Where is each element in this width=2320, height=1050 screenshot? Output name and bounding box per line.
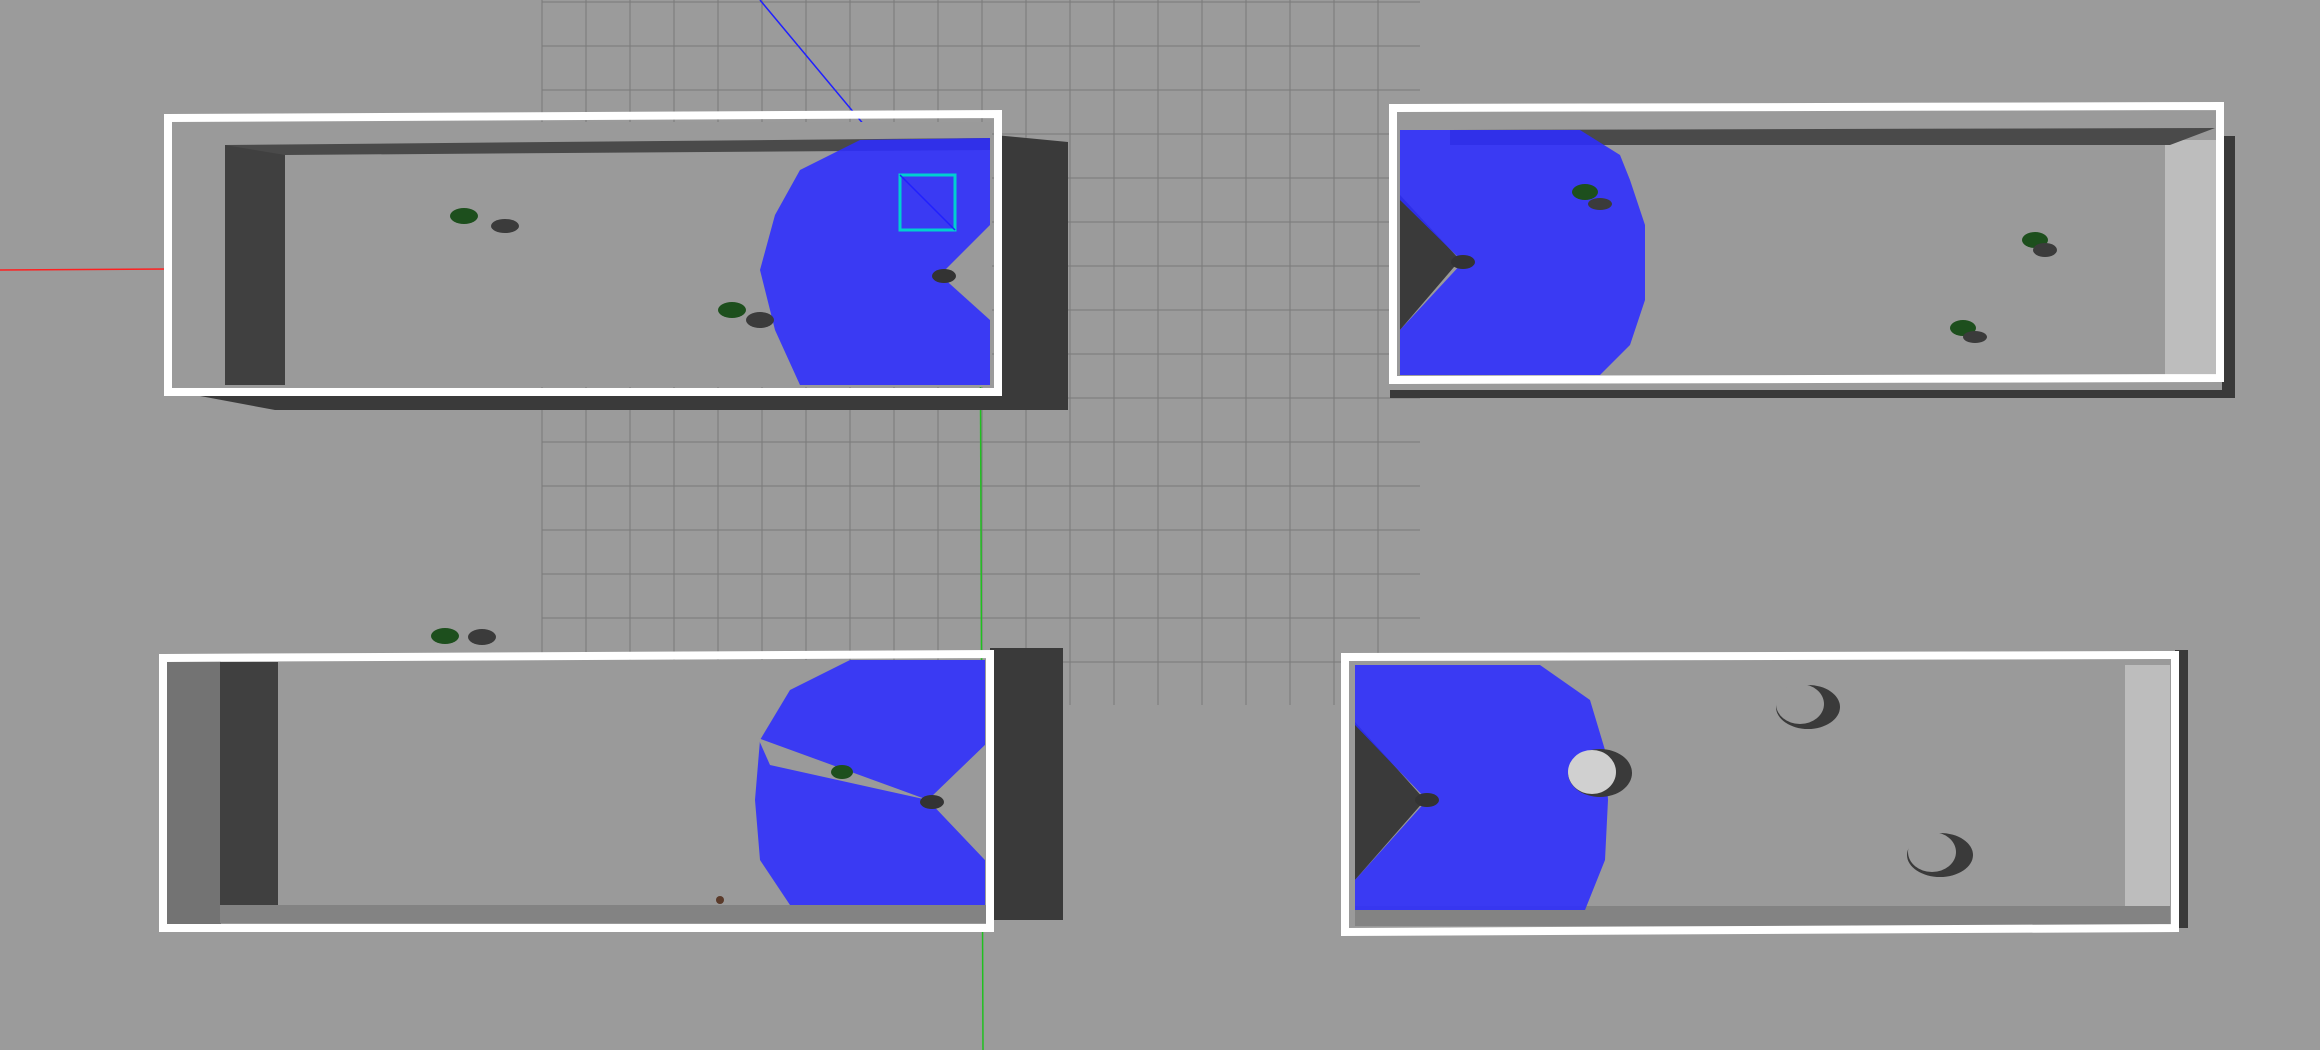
robot-top-right[interactable] (1451, 255, 1475, 269)
inner-wall-left (220, 662, 278, 907)
wall-shadow (990, 648, 1063, 920)
inner-wall-right (2165, 140, 2217, 375)
room-top-left[interactable] (164, 109, 1068, 410)
inner-wall-left-outer (166, 660, 221, 925)
person[interactable] (831, 765, 853, 779)
robot-bottom-left[interactable] (920, 795, 944, 809)
robot-top-left[interactable] (932, 269, 956, 283)
inner-wall-left (225, 145, 285, 385)
cylinder-obstacle[interactable] (1568, 749, 1632, 797)
robot-bottom-right[interactable] (1415, 793, 1439, 807)
person[interactable] (431, 628, 496, 645)
simulation-viewport[interactable] (0, 0, 2320, 1050)
room-bottom-right[interactable] (1341, 650, 2188, 937)
inner-wall-right (2125, 665, 2170, 910)
room-bottom-left[interactable] (159, 648, 1063, 932)
inner-wall-bottom (220, 905, 990, 923)
room-top-right[interactable] (1389, 101, 2235, 398)
person[interactable] (716, 896, 724, 904)
